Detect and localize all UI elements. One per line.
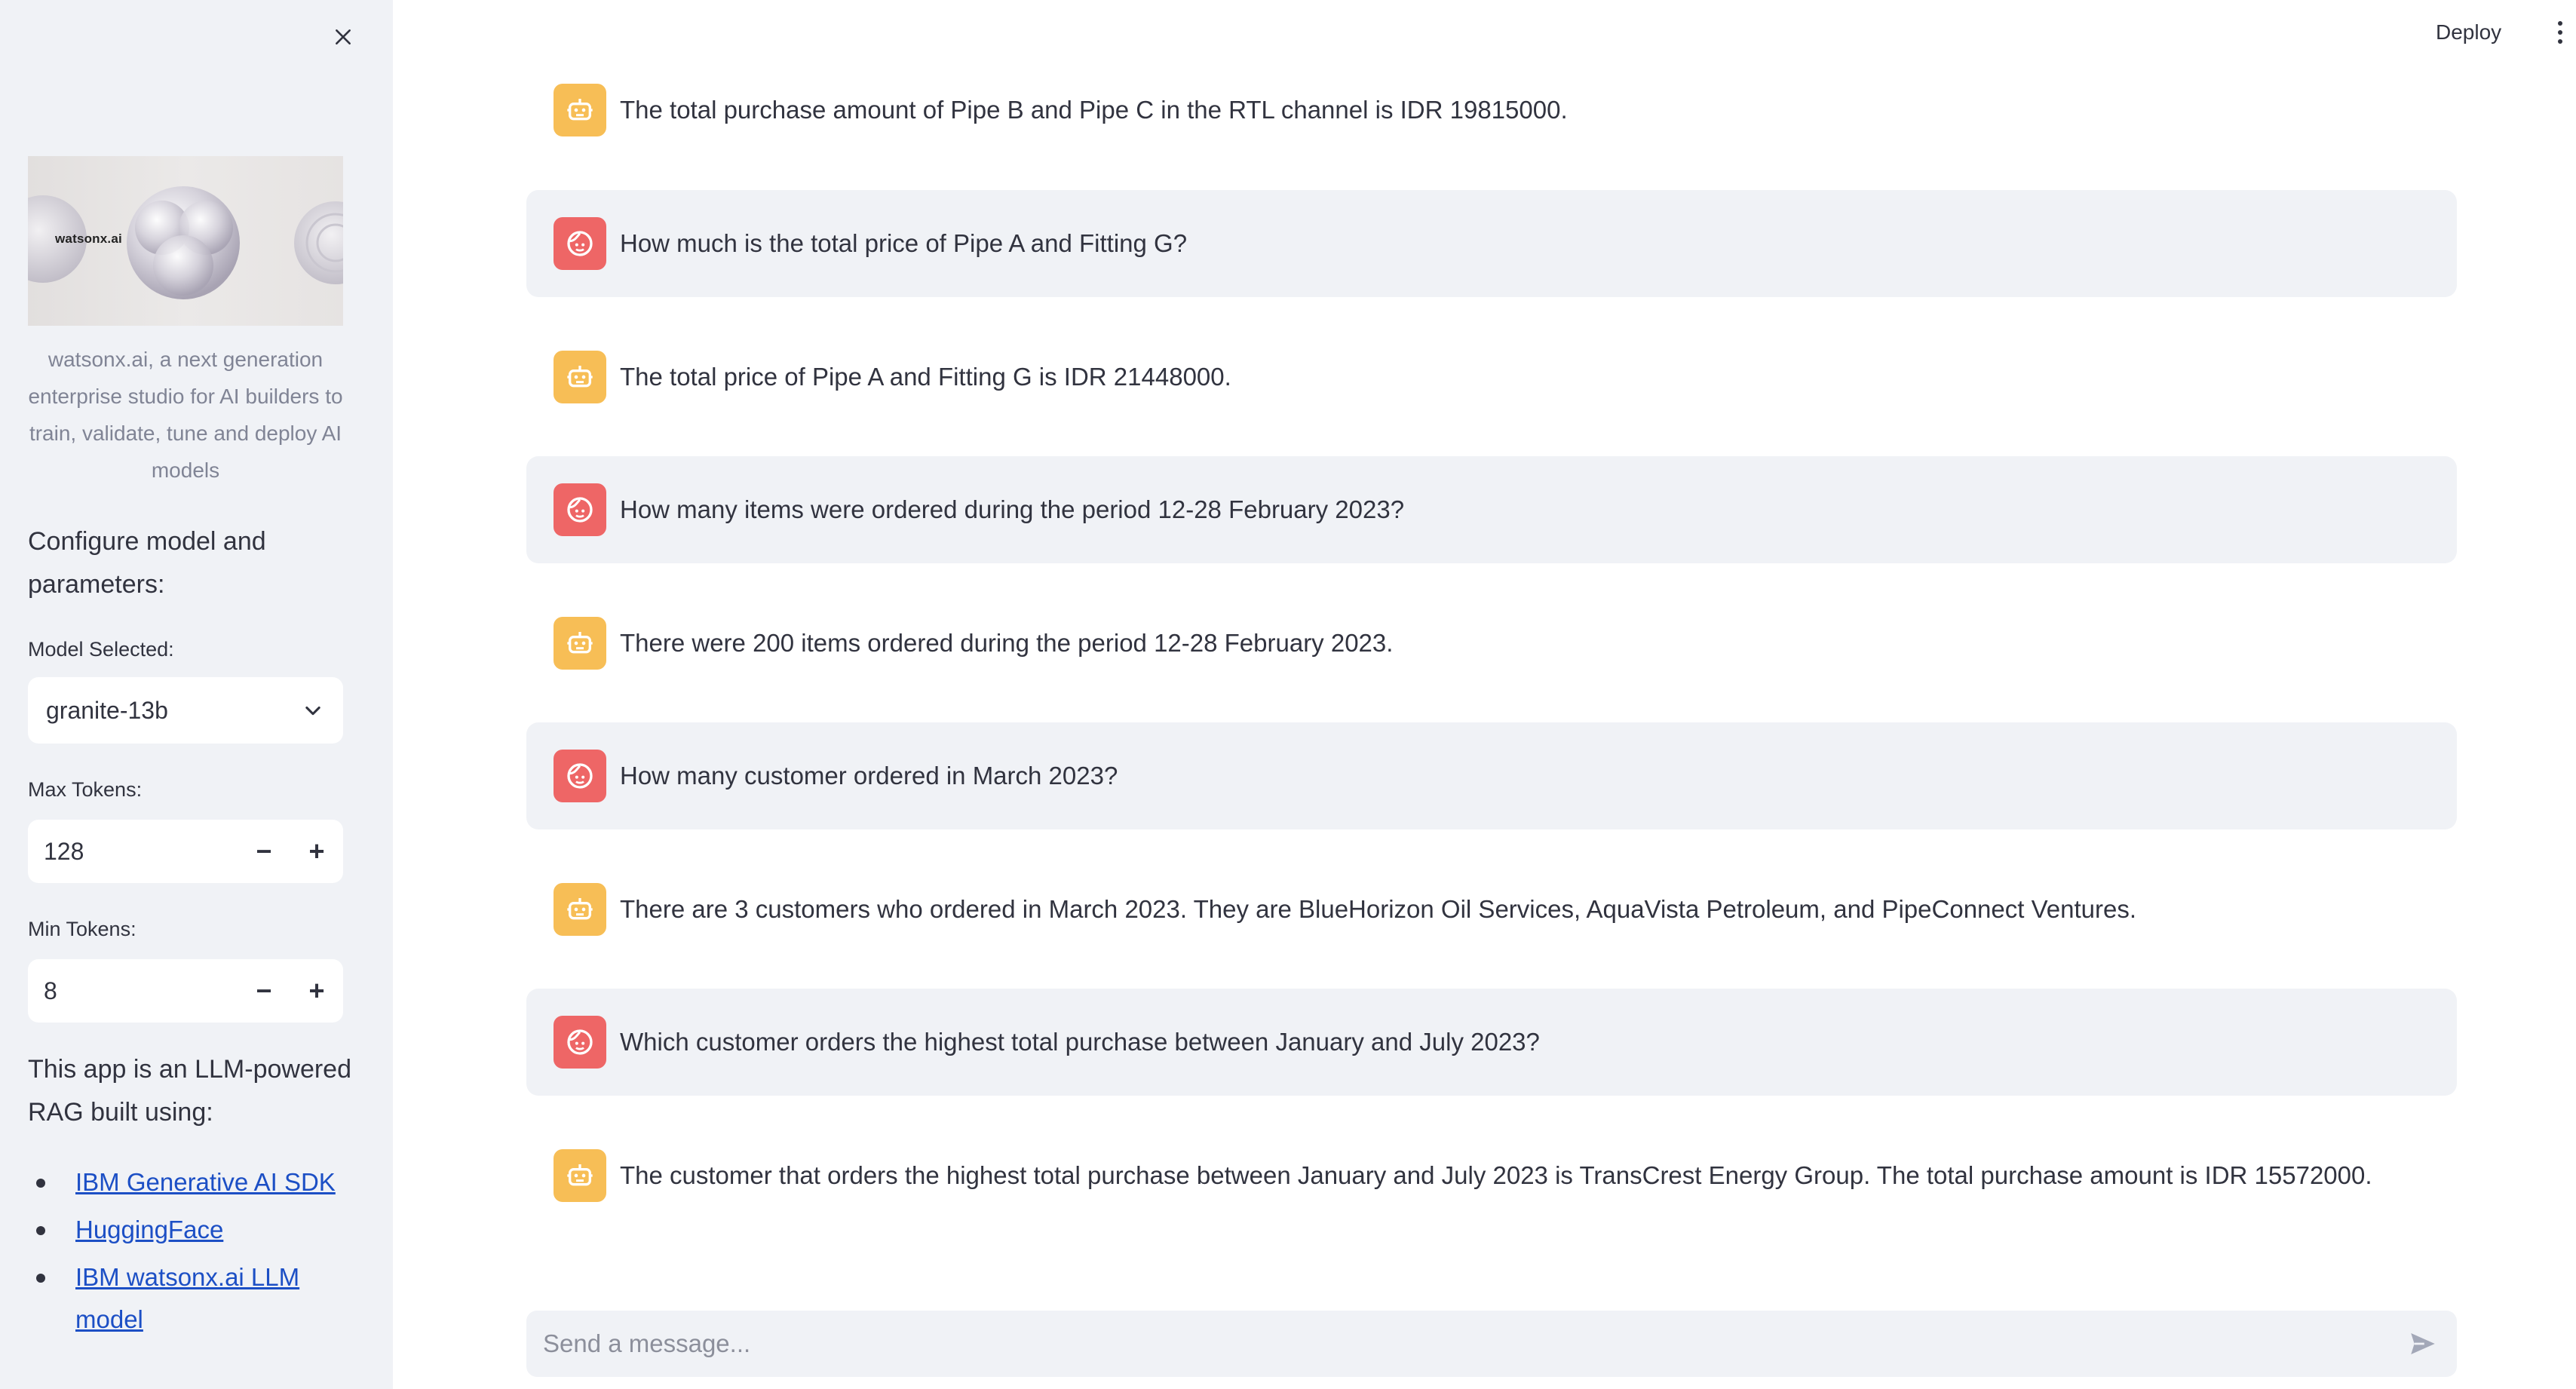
- model-select[interactable]: granite-13b: [28, 677, 343, 744]
- max-tokens-increment-button[interactable]: +: [290, 820, 343, 883]
- message-text: The customer that orders the highest tot…: [620, 1161, 2372, 1189]
- list-item: IBM Generative AI SDK: [28, 1161, 360, 1203]
- chat-message-user: How much is the total price of Pipe A an…: [526, 190, 2457, 297]
- user-avatar: [554, 217, 606, 270]
- message-text: There were 200 items ordered during the …: [620, 629, 1394, 657]
- robot-icon: [567, 366, 593, 388]
- message-text: There are 3 customers who ordered in Mar…: [620, 895, 2137, 923]
- chat-message-assistant: There were 200 items ordered during the …: [526, 590, 2457, 697]
- send-icon: [2411, 1333, 2435, 1354]
- assistant-avatar: [554, 1149, 606, 1202]
- link-ibm-generative-ai-sdk[interactable]: IBM Generative AI SDK: [75, 1168, 336, 1196]
- send-button[interactable]: [2389, 1311, 2457, 1377]
- resource-links: IBM Generative AI SDK HuggingFace IBM wa…: [28, 1161, 360, 1346]
- chevron-down-icon: [305, 706, 320, 716]
- max-tokens-decrement-button[interactable]: −: [238, 820, 290, 883]
- user-face-icon: [567, 763, 593, 789]
- banner-logo-text: watsonx.ai: [55, 232, 122, 246]
- close-sidebar-button[interactable]: [326, 20, 360, 54]
- user-face-icon: [567, 231, 593, 256]
- model-select-value: granite-13b: [46, 696, 168, 724]
- deploy-button[interactable]: Deploy: [2436, 14, 2501, 51]
- model-label: Model Selected:: [28, 638, 174, 661]
- list-item: HuggingFace: [28, 1209, 360, 1251]
- chat-input-bar: [526, 1311, 2457, 1377]
- assistant-avatar: [554, 617, 606, 670]
- kebab-menu-icon: [2558, 21, 2562, 26]
- main-menu-button[interactable]: [2549, 15, 2571, 50]
- assistant-avatar: [554, 84, 606, 136]
- chat-message-user: How many items were ordered during the p…: [526, 456, 2457, 563]
- max-tokens-input[interactable]: 128: [28, 838, 238, 866]
- min-tokens-increment-button[interactable]: +: [290, 959, 343, 1023]
- chat-message-assistant: The total price of Pipe A and Fitting G …: [526, 323, 2457, 431]
- message-text: How many customer ordered in March 2023?: [620, 762, 1118, 790]
- bullet: [36, 1226, 45, 1235]
- chat-message-user: Which customer orders the highest total …: [526, 989, 2457, 1096]
- user-face-icon: [567, 1029, 593, 1055]
- user-avatar: [554, 750, 606, 802]
- message-text: The total price of Pipe A and Fitting G …: [620, 363, 1231, 391]
- message-text: How many items were ordered during the p…: [620, 495, 1405, 523]
- chat-message-user: How many customer ordered in March 2023?: [526, 722, 2457, 829]
- user-face-icon: [567, 497, 593, 523]
- max-tokens-label: Max Tokens:: [28, 778, 143, 801]
- chat-message-assistant: The total purchase amount of Pipe B and …: [526, 57, 2457, 164]
- assistant-avatar: [554, 351, 606, 403]
- about-text: This app is an LLM-powered RAG built usi…: [28, 1055, 352, 1127]
- min-tokens-decrement-button[interactable]: −: [238, 959, 290, 1023]
- min-tokens-label: Min Tokens:: [28, 918, 136, 940]
- bullet: [36, 1179, 45, 1188]
- list-item: IBM watsonx.ai LLM model: [28, 1256, 360, 1341]
- max-tokens-stepper[interactable]: 128 − +: [28, 820, 343, 883]
- message-input[interactable]: [541, 1329, 2389, 1359]
- sidebar: watsonx.ai watsonx.ai, a next generation…: [0, 0, 393, 1389]
- configure-heading: Configure model and parameters:: [28, 527, 266, 599]
- close-icon: [336, 29, 351, 44]
- chat-message-assistant: There are 3 customers who ordered in Mar…: [526, 856, 2457, 963]
- robot-icon: [567, 1164, 593, 1186]
- link-huggingface[interactable]: HuggingFace: [75, 1216, 223, 1243]
- min-tokens-stepper[interactable]: 8 − +: [28, 959, 343, 1023]
- watsonx-banner-image: watsonx.ai: [28, 156, 343, 326]
- robot-icon: [567, 632, 593, 654]
- robot-icon: [567, 99, 593, 121]
- robot-icon: [567, 898, 593, 920]
- banner-caption: watsonx.ai, a next generation enterprise…: [28, 348, 343, 482]
- message-text: The total purchase amount of Pipe B and …: [620, 96, 1568, 124]
- message-text: How much is the total price of Pipe A an…: [620, 229, 1188, 257]
- message-text: Which customer orders the highest total …: [620, 1028, 1540, 1056]
- assistant-avatar: [554, 883, 606, 936]
- user-avatar: [554, 1016, 606, 1069]
- min-tokens-input[interactable]: 8: [28, 977, 238, 1005]
- link-ibm-watsonx-llm-model[interactable]: IBM watsonx.ai LLM model: [75, 1263, 299, 1333]
- bullet: [36, 1274, 45, 1283]
- user-avatar: [554, 483, 606, 536]
- chat-message-assistant: The customer that orders the highest tot…: [526, 1122, 2457, 1229]
